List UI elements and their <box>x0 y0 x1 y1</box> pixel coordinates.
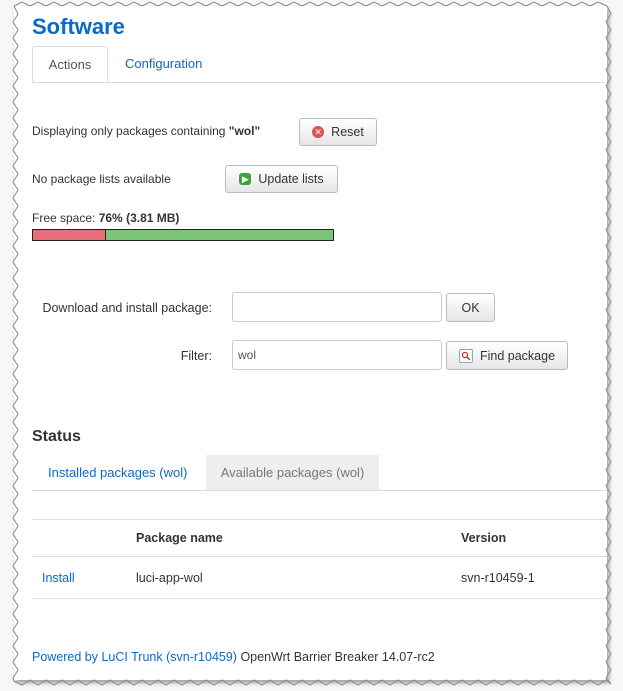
header-version: Version <box>461 531 507 545</box>
free-space-text: Free space: 76% (3.81 MB) <box>32 211 179 225</box>
lists-message: No package lists available <box>32 172 171 186</box>
software-page: Software Actions Configuration Displayin… <box>14 6 607 680</box>
page-title: Software <box>32 14 125 39</box>
header-package-name: Package name <box>136 531 223 545</box>
download-label: Download and install package: <box>42 301 212 315</box>
download-package-input[interactable] <box>232 292 442 322</box>
used-space-segment <box>33 230 105 240</box>
table-row: Install luci-app-wol svn-r10459-1 <box>32 557 607 599</box>
section-tabs: Actions Configuration <box>32 46 607 83</box>
update-lists-button[interactable]: ▶ Update lists <box>225 165 338 193</box>
filter-label: Filter: <box>180 349 212 363</box>
table-header: Package name Version <box>32 520 607 557</box>
free-space-label: Free space: <box>32 211 99 225</box>
update-lists-label: Update lists <box>258 172 324 186</box>
footer: Powered by LuCI Trunk (svn-r10459) OpenW… <box>32 650 435 664</box>
footer-text: OpenWrt Barrier Breaker 14.07-rc2 <box>236 650 435 664</box>
free-space-bar <box>32 229 334 241</box>
filter-notice: Displaying only packages containing "wol… <box>32 124 260 138</box>
reset-icon: ✕ <box>312 126 325 138</box>
tab-installed-packages[interactable]: Installed packages (wol) <box>32 455 203 490</box>
status-tabs: Installed packages (wol) Available packa… <box>32 455 607 491</box>
free-space-size: (3.81 MB) <box>126 211 180 225</box>
magnifier-icon <box>458 348 473 363</box>
reset-label: Reset <box>331 125 364 139</box>
tab-available-packages[interactable]: Available packages (wol) <box>206 455 379 490</box>
ok-label: OK <box>461 300 480 315</box>
install-link[interactable]: Install <box>42 557 75 598</box>
status-heading: Status <box>32 428 81 445</box>
play-icon: ▶ <box>239 173 252 185</box>
find-package-label: Find package <box>479 348 556 363</box>
filter-term: "wol" <box>228 124 261 138</box>
package-name: luci-app-wol <box>136 570 203 585</box>
find-package-button[interactable]: Find package <box>446 341 568 370</box>
free-space-percent: 76% <box>98 211 123 225</box>
tab-actions[interactable]: Actions <box>32 46 108 82</box>
tab-configuration[interactable]: Configuration <box>110 46 217 82</box>
free-space-segment <box>105 230 333 240</box>
luci-link[interactable]: Powered by LuCI Trunk (svn-r10459) <box>32 650 237 664</box>
ok-button[interactable]: OK <box>446 293 495 322</box>
packages-table: Package name Version Install luci-app-wo… <box>32 519 607 599</box>
reset-button[interactable]: ✕ Reset <box>299 118 377 146</box>
package-version: svn-r10459-1 <box>461 570 535 585</box>
filter-notice-prefix: Displaying only packages containing <box>32 124 229 138</box>
filter-input[interactable] <box>232 340 442 370</box>
